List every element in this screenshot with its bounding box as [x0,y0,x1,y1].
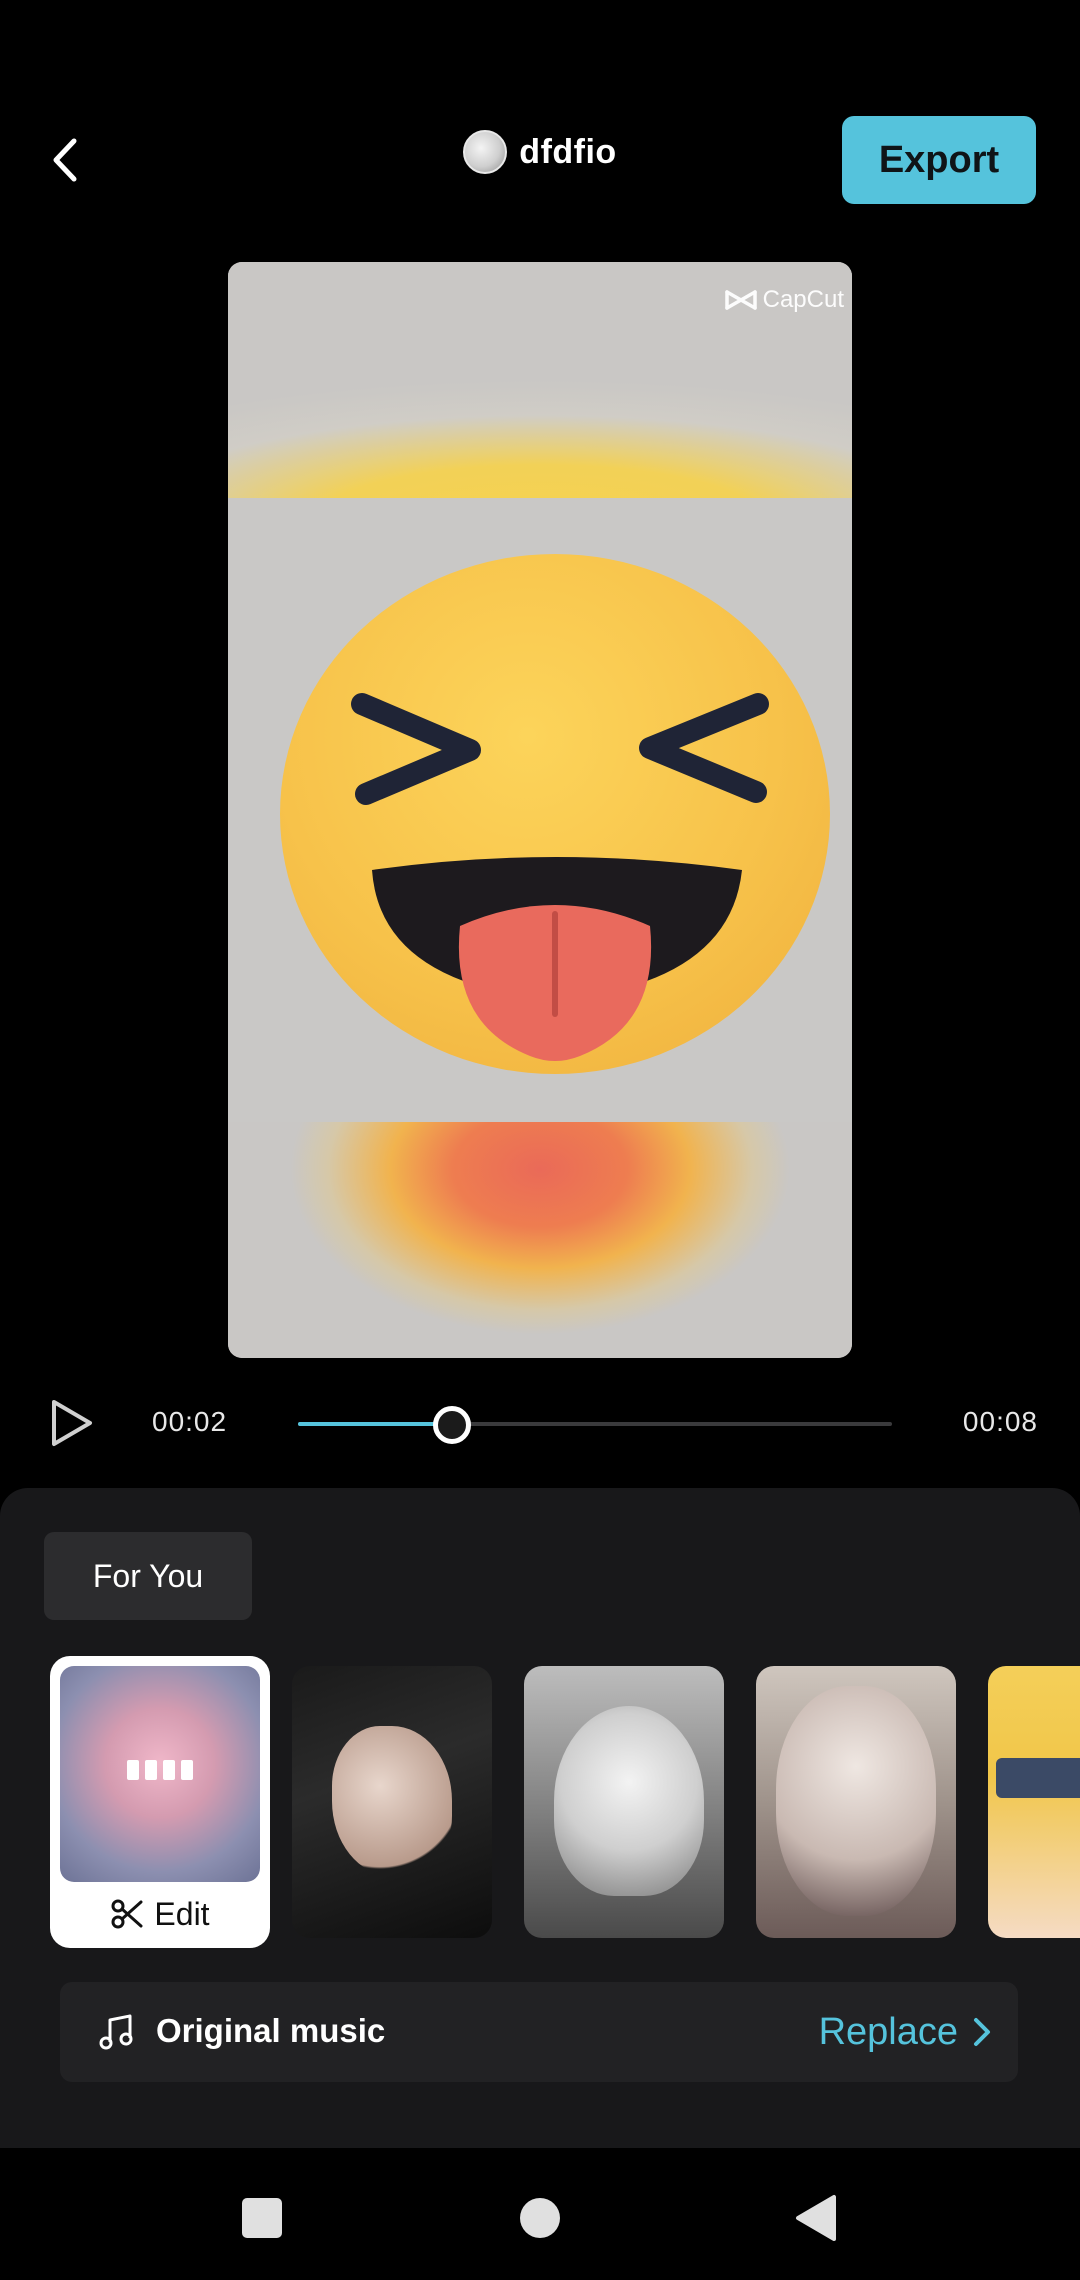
play-button[interactable] [48,1398,98,1450]
slider-fill [298,1422,453,1426]
replace-label: Replace [818,2010,958,2053]
play-icon [52,1400,92,1446]
template-card[interactable] [524,1666,724,1938]
emoji-features-icon [351,693,769,1061]
template-card[interactable] [756,1666,956,1938]
video-preview[interactable]: CapCut [228,262,852,1358]
capcut-watermark: CapCut [724,286,844,314]
template-card-selected[interactable]: Edit [50,1656,270,1948]
music-label: Original music [156,2012,386,2049]
chevron-right-icon [974,2018,990,2046]
system-nav-bar [0,2148,1080,2280]
edit-label: Edit [154,1895,210,1932]
preview-frame [228,498,852,1122]
capcut-logo-icon [724,290,757,310]
total-time: 00:08 [962,1406,1038,1437]
template-panel: For You Edit Original music Replace [0,1488,1080,2148]
template-carousel[interactable]: Edit [0,1656,1080,1956]
progress-slider[interactable] [298,1406,892,1444]
emoji-face [280,554,830,1074]
triangle-back-icon [796,2195,836,2241]
preview-blur-bottom [228,1122,852,1358]
circle-icon [520,2198,560,2238]
template-thumbnail [60,1666,260,1882]
replace-music-button[interactable]: Replace [819,2006,992,2058]
recents-button[interactable] [232,2188,292,2248]
slider-thumb[interactable] [433,1406,472,1444]
avatar [463,130,508,174]
export-button[interactable]: Export [842,116,1036,204]
template-card[interactable] [292,1666,492,1938]
template-card[interactable] [988,1666,1080,1938]
loading-bars-icon [60,1760,260,1780]
project-title: dfdfio [519,132,617,171]
scissors-icon [111,1899,143,1929]
system-back-button[interactable] [786,2188,846,2248]
square-icon [242,2198,282,2238]
current-time: 00:02 [152,1406,228,1437]
watermark-text: CapCut [762,286,844,313]
tab-for-you[interactable]: For You [44,1532,252,1620]
top-bar: dfdfio Export [0,0,1080,230]
music-note-icon [99,2014,133,2050]
music-bar: Original music Replace [60,1982,1018,2082]
home-button[interactable] [510,2188,570,2248]
edit-button[interactable]: Edit [50,1890,270,1938]
